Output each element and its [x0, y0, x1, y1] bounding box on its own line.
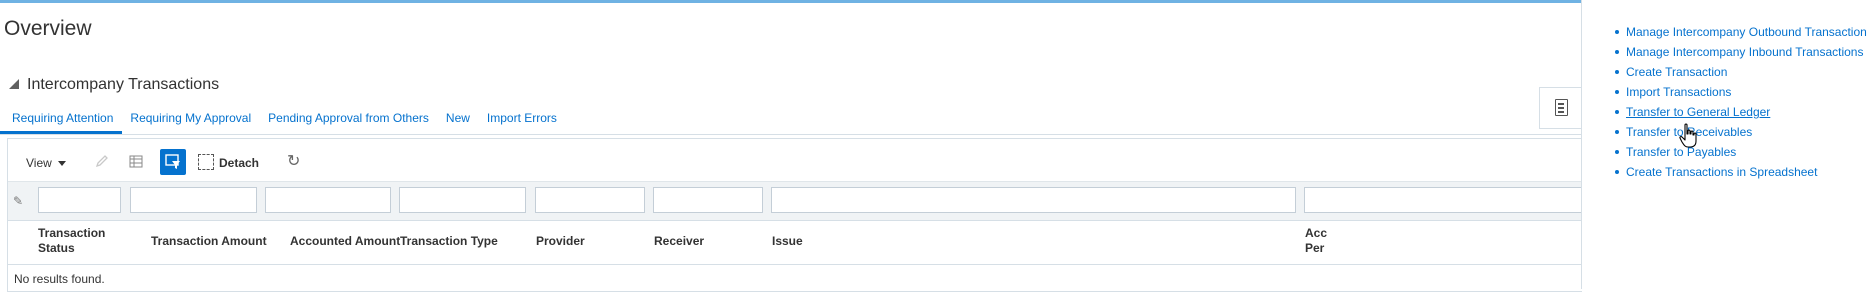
table-toolbar: View Detach ↻	[8, 139, 1582, 179]
page-title: Overview	[4, 17, 92, 40]
detach-button[interactable]: Detach	[219, 156, 259, 170]
task-link[interactable]: Manage Intercompany Inbound Transactions	[1626, 45, 1863, 59]
filter-provider[interactable]	[535, 187, 645, 213]
empty-table-message: No results found.	[14, 272, 105, 286]
filter-transaction-amount[interactable]	[130, 187, 257, 213]
filter-transaction-type[interactable]	[399, 187, 526, 213]
bullet-icon	[1615, 50, 1619, 54]
column-header-accounting-period[interactable]: Acc Per	[1305, 226, 1327, 256]
filter-receiver[interactable]	[653, 187, 763, 213]
list-item: Transfer to Receivables	[1615, 122, 1867, 142]
list-item: Transfer to General Ledger	[1615, 102, 1867, 122]
task-link[interactable]: Create Transaction	[1626, 65, 1727, 79]
hand-cursor-icon	[1679, 123, 1697, 148]
refresh-icon[interactable]: ↻	[287, 151, 300, 171]
task-link[interactable]: Import Transactions	[1626, 85, 1731, 99]
filter-accounted-amount[interactable]	[265, 187, 391, 213]
main-region: Overview Intercompany Transactions Requi…	[0, 3, 1594, 292]
tasks-panel-toggle[interactable]	[1539, 87, 1581, 129]
list-item: Manage Intercompany Inbound Transactions	[1615, 42, 1867, 62]
bullet-icon	[1615, 150, 1619, 154]
task-list: Manage Intercompany Outbound Transaction…	[1615, 22, 1867, 182]
column-header-transaction-status[interactable]: Transaction Status	[38, 226, 118, 256]
column-header-provider[interactable]: Provider	[536, 234, 585, 249]
section-header[interactable]: Intercompany Transactions	[9, 76, 219, 94]
task-link-transfer-to-general-ledger[interactable]: Transfer to General Ledger	[1626, 105, 1770, 119]
table-header: Transaction Status Transaction Amount Ac…	[8, 220, 1582, 265]
column-header-issue[interactable]: Issue	[772, 234, 803, 249]
view-menu[interactable]: View	[26, 156, 66, 170]
query-by-example-button[interactable]	[160, 149, 186, 175]
chevron-down-icon	[57, 160, 66, 166]
column-header-receiver[interactable]: Receiver	[654, 234, 704, 249]
task-link[interactable]: Create Transactions in Spreadsheet	[1626, 165, 1817, 179]
tab-pending-approval-from-others[interactable]: Pending Approval from Others	[260, 107, 438, 133]
filter-accounting-period[interactable]	[1304, 187, 1594, 213]
bullet-icon	[1615, 110, 1619, 114]
filter-issue[interactable]	[771, 187, 1296, 213]
filter-row: ✎	[8, 181, 1594, 221]
detach-icon[interactable]	[198, 154, 214, 170]
list-item: Create Transaction	[1615, 62, 1867, 82]
bullet-icon	[1615, 70, 1619, 74]
list-item: Create Transactions in Spreadsheet	[1615, 162, 1867, 182]
bullet-icon	[1615, 130, 1619, 134]
column-header-transaction-amount[interactable]: Transaction Amount	[151, 234, 267, 249]
tasks-panel: Manage Intercompany Outbound Transaction…	[1582, 0, 1873, 289]
tab-requiring-attention[interactable]: Requiring Attention	[0, 107, 123, 134]
filter-transaction-status[interactable]	[38, 187, 121, 213]
list-item: Manage Intercompany Outbound Transaction	[1615, 22, 1867, 42]
column-header-transaction-type[interactable]: Transaction Type	[400, 234, 498, 249]
collapse-triangle-icon[interactable]	[9, 79, 19, 89]
freeze-columns-icon[interactable]	[128, 153, 144, 169]
bullet-icon	[1615, 30, 1619, 34]
tab-new[interactable]: New	[438, 107, 479, 133]
section-title: Intercompany Transactions	[27, 76, 220, 93]
bullet-icon	[1615, 170, 1619, 174]
column-header-accounted-amount[interactable]: Accounted Amount	[290, 234, 400, 249]
bullet-icon	[1615, 90, 1619, 94]
list-item: Transfer to Payables	[1615, 142, 1867, 162]
task-link[interactable]: Manage Intercompany Outbound Transaction	[1626, 25, 1867, 39]
edit-icon[interactable]	[94, 153, 110, 169]
tab-bar: Requiring Attention Requiring My Approva…	[0, 107, 1581, 135]
transactions-table: View Detach ↻ ✎ Transaction Status Trans…	[7, 138, 1594, 292]
tab-import-errors[interactable]: Import Errors	[479, 107, 566, 133]
list-item: Import Transactions	[1615, 82, 1867, 102]
view-menu-label: View	[26, 156, 52, 170]
filter-icon	[165, 154, 180, 169]
tab-requiring-my-approval[interactable]: Requiring My Approval	[122, 107, 260, 133]
document-icon	[1555, 99, 1568, 116]
clear-filter-icon[interactable]: ✎	[13, 194, 23, 208]
